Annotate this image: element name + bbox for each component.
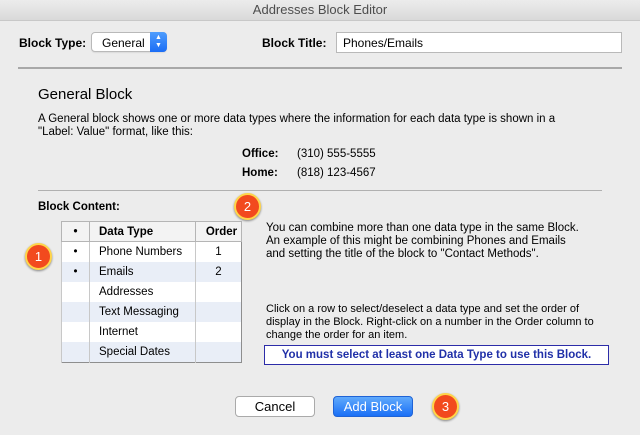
- row-order[interactable]: [195, 322, 242, 342]
- example-label-office: Office:: [242, 148, 279, 160]
- row-data-type: Phone Numbers: [89, 241, 196, 262]
- block-type-label: Block Type:: [19, 36, 87, 50]
- column-header-bullet[interactable]: •: [61, 221, 90, 242]
- info-line: An example of this might be combining Ph…: [266, 235, 566, 247]
- row-data-type: Emails: [89, 262, 196, 282]
- block-title-label: Block Title:: [262, 36, 327, 50]
- row-data-type: Special Dates: [89, 342, 196, 363]
- example-value-office: (310) 555-5555: [297, 148, 376, 160]
- header-divider: [18, 67, 622, 69]
- block-type-value: General: [102, 36, 145, 50]
- cancel-button[interactable]: Cancel: [235, 396, 315, 417]
- row-data-type: Addresses: [89, 282, 196, 302]
- row-selected-bullet: [61, 282, 90, 302]
- example-label-home: Home:: [242, 167, 278, 179]
- info-line: You can combine more than one data type …: [266, 222, 579, 234]
- section-divider: [38, 190, 602, 191]
- table-row[interactable]: Addresses: [61, 282, 242, 302]
- description-line: A General block shows one or more data t…: [38, 113, 556, 125]
- table-row[interactable]: • Emails 2: [61, 262, 242, 282]
- column-header-order[interactable]: Order: [195, 221, 242, 242]
- row-selected-bullet: [61, 302, 90, 322]
- up-down-chevron-icon: ▲ ▼: [150, 32, 167, 52]
- window-title: Addresses Block Editor: [0, 0, 640, 21]
- row-selected-bullet: •: [61, 241, 90, 262]
- data-type-table: • Data Type Order • Phone Numbers 1 • Em…: [61, 221, 242, 363]
- row-selected-bullet: •: [61, 262, 90, 282]
- info-text: You can combine more than one data type …: [266, 222, 579, 261]
- add-block-button[interactable]: Add Block: [333, 396, 413, 417]
- example-value-home: (818) 123-4567: [297, 167, 376, 179]
- help-line: Click on a row to select/deselect a data…: [266, 303, 580, 315]
- block-type-popup[interactable]: General ▲ ▼: [91, 32, 167, 52]
- table-row[interactable]: Internet: [61, 322, 242, 342]
- callout-badge-2: 2: [234, 193, 261, 220]
- block-content-label: Block Content:: [38, 201, 120, 213]
- row-order[interactable]: [195, 282, 242, 302]
- column-header-data-type[interactable]: Data Type: [89, 221, 196, 242]
- table-row[interactable]: Special Dates: [61, 342, 242, 363]
- row-data-type: Internet: [89, 322, 196, 342]
- table-row[interactable]: • Phone Numbers 1: [61, 241, 242, 262]
- help-text: Click on a row to select/deselect a data…: [266, 303, 594, 342]
- row-order[interactable]: [195, 302, 242, 322]
- callout-badge-3: 3: [432, 393, 459, 420]
- section-heading: General Block: [38, 86, 133, 103]
- description-line: "Label: Value" format, like this:: [38, 126, 193, 138]
- table-row[interactable]: Text Messaging: [61, 302, 242, 322]
- callout-badge-1: 1: [25, 243, 52, 270]
- row-order[interactable]: [195, 342, 242, 363]
- row-order[interactable]: 1: [195, 241, 242, 262]
- section-description: A General block shows one or more data t…: [38, 113, 598, 139]
- info-line: and setting the title of the block to "C…: [266, 248, 539, 260]
- row-data-type: Text Messaging: [89, 302, 196, 322]
- row-order[interactable]: 2: [195, 262, 242, 282]
- help-line: change the order for an item.: [266, 329, 408, 341]
- block-title-value: Phones/Emails: [343, 36, 424, 50]
- row-selected-bullet: [61, 342, 90, 363]
- row-selected-bullet: [61, 322, 90, 342]
- block-title-field[interactable]: Phones/Emails: [336, 32, 622, 53]
- help-line: display in the Block. Right-click on a n…: [266, 316, 594, 328]
- warning-message: You must select at least one Data Type t…: [264, 345, 609, 365]
